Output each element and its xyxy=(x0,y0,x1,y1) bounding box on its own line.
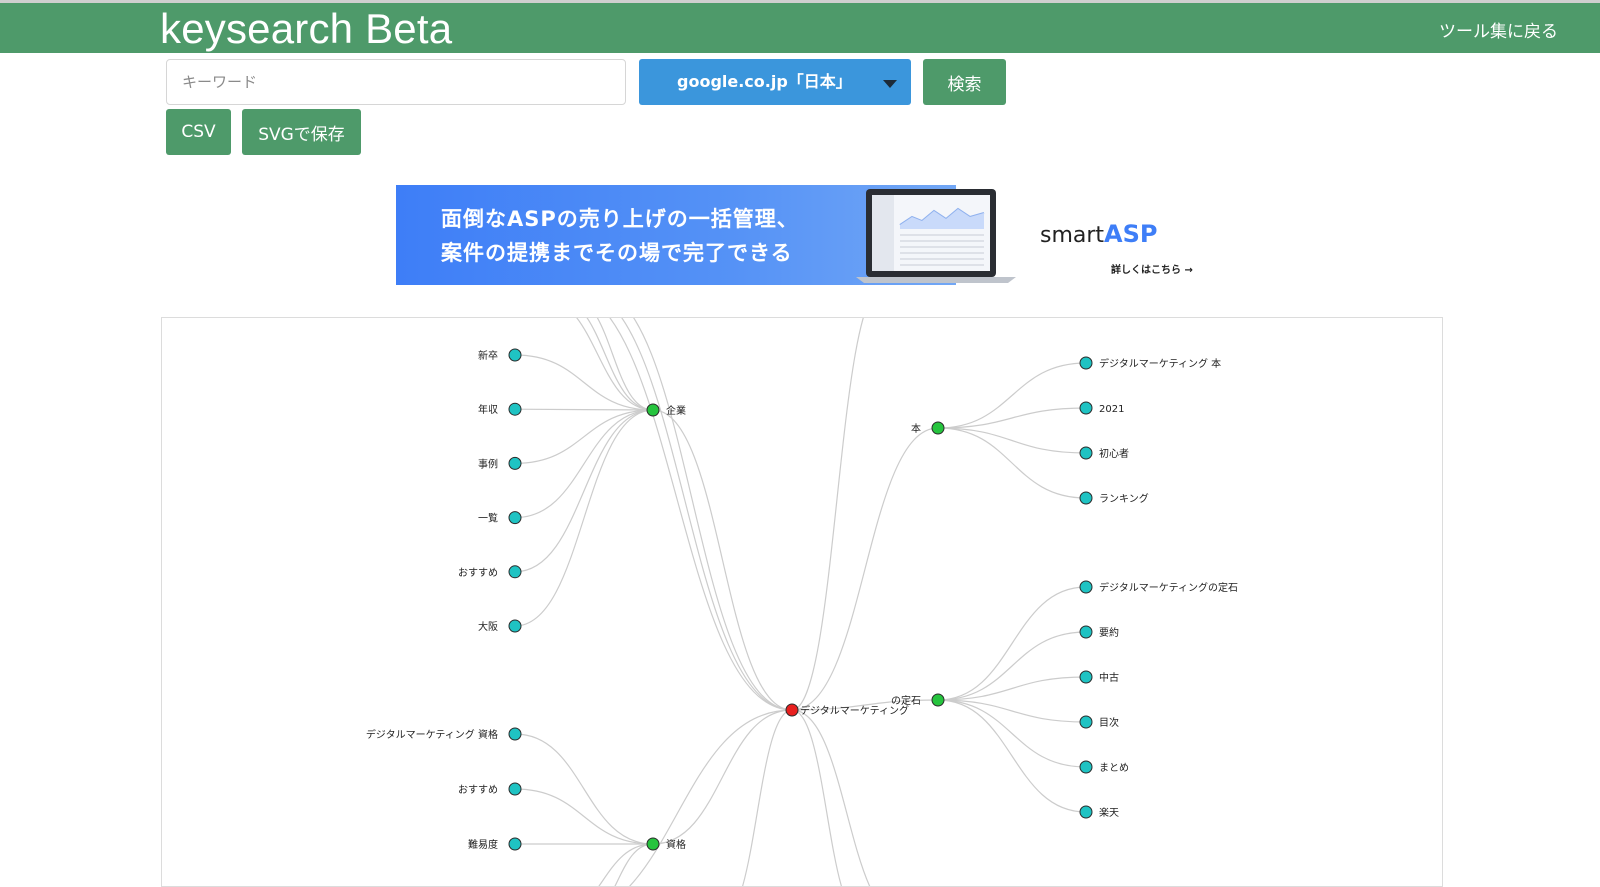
mindmap-leaf-node[interactable] xyxy=(1079,670,1093,684)
mindmap-category-node[interactable] xyxy=(646,403,660,417)
laptop-illustration-icon xyxy=(856,189,1016,283)
mindmap-link-offscreen xyxy=(586,318,654,411)
search-button[interactable]: 検索 xyxy=(923,59,1006,105)
mindmap-leaf-label: 目次 xyxy=(1099,716,1119,729)
mindmap-leaf-node[interactable] xyxy=(508,511,522,525)
mindmap-leaf-label: 一覧 xyxy=(478,513,498,525)
mindmap-nodes: 新卒年収事例一覧おすすめ大阪企業デジタルマーケティング 資格おすすめ難易度 資格デ… xyxy=(366,348,1238,851)
mindmap-leaf-label: 事例 xyxy=(478,457,498,470)
mindmap-leaf-label: 年収 xyxy=(478,403,498,416)
ad-headline-1: 面倒なASPの売り上げの一括管理、 xyxy=(441,207,799,231)
search-engine-value: google.co.jp「日本」 xyxy=(677,72,852,91)
mindmap-link-category-leaf xyxy=(937,427,1087,499)
mindmap-link-category-leaf xyxy=(937,699,1087,723)
mindmap-leaf-label: 楽天 xyxy=(1099,806,1119,819)
mindmap-link-offscreen xyxy=(791,709,871,886)
mindmap-root-node[interactable] xyxy=(785,703,799,717)
mindmap-leaf-node[interactable] xyxy=(508,348,522,362)
mindmap-leaf-node[interactable] xyxy=(508,782,522,796)
mindmap-leaf-node[interactable] xyxy=(1079,356,1093,370)
ad-more-link[interactable]: 詳しくはこちら → xyxy=(1111,261,1193,276)
mindmap-category-label: 企業 xyxy=(666,404,686,417)
mindmap-leaf-node[interactable] xyxy=(508,727,522,741)
mindmap-leaf-label: おすすめ xyxy=(458,567,498,579)
mindmap-link-category-leaf xyxy=(937,631,1087,701)
mindmap-leaf-label: まとめ xyxy=(1099,762,1129,774)
mindmap-link-root-category xyxy=(652,709,793,845)
ad-headline-2: 案件の提携までその場で完了できる xyxy=(441,241,793,265)
mindmap-link-offscreen xyxy=(633,318,793,711)
brand-logo[interactable]: keysearch Beta xyxy=(160,5,452,53)
mindmap-leaf-node[interactable] xyxy=(1079,491,1093,505)
mindmap-link-offscreen xyxy=(614,843,654,886)
mindmap-leaf-label: デジタルマーケティング 資格 xyxy=(366,728,498,741)
mindmap-link-category-leaf xyxy=(514,409,654,573)
mindmap-leaf-node[interactable] xyxy=(508,565,522,579)
mindmap-leaf-node[interactable] xyxy=(1079,401,1093,415)
mindmap-leaf-label: 難易度 xyxy=(468,838,498,851)
mindmap-leaf-node[interactable] xyxy=(1079,625,1093,639)
mindmap-leaf-label: 新卒 xyxy=(478,349,498,362)
mindmap-leaf-node[interactable] xyxy=(508,619,522,633)
app-header: keysearch Beta ツール集に戻る xyxy=(0,3,1600,53)
mindmap-link-offscreen xyxy=(576,318,654,411)
mindmap-leaf-node[interactable] xyxy=(1079,446,1093,460)
mindmap-link-category-leaf xyxy=(937,407,1087,429)
mindmap-leaf-node[interactable] xyxy=(1079,715,1093,729)
mindmap-leaf-node[interactable] xyxy=(508,837,522,851)
ad-banner[interactable]: 面倒なASPの売り上げの一括管理、 案件の提携までその場で完了できる smart… xyxy=(396,185,1196,285)
back-to-tools-link[interactable]: ツール集に戻る xyxy=(1439,17,1558,42)
ad-logo-prefix: smart xyxy=(1040,223,1105,248)
mindmap-category-node[interactable] xyxy=(931,693,945,707)
mindmap-leaf-label: 要約 xyxy=(1099,626,1119,639)
mindmap-link-category-leaf xyxy=(937,427,1087,454)
mindmap-category-label: 資格 xyxy=(666,838,686,851)
mindmap-leaf-label: 初心者 xyxy=(1099,447,1129,460)
mindmap-link-category-leaf xyxy=(514,788,654,845)
mindmap-leaf-label: おすすめ xyxy=(458,784,498,796)
mindmap-leaf-label: デジタルマーケティングの定石 xyxy=(1099,581,1238,594)
ad-logo: smartASP xyxy=(1040,220,1158,248)
mindmap-link-offscreen xyxy=(598,843,654,886)
mindmap-link-category-leaf xyxy=(514,733,654,845)
mindmap-link-root-category xyxy=(652,409,793,711)
ad-logo-suffix: ASP xyxy=(1104,220,1158,248)
mindmap-category-node[interactable] xyxy=(931,421,945,435)
mindmap-links xyxy=(514,318,1087,886)
mindmap-link-category-leaf xyxy=(514,409,654,627)
chevron-down-icon xyxy=(883,80,897,88)
mindmap-svg[interactable]: 新卒年収事例一覧おすすめ大阪企業デジタルマーケティング 資格おすすめ難易度 資格デ… xyxy=(162,318,1443,887)
mindmap-leaf-node[interactable] xyxy=(1079,805,1093,819)
mindmap-leaf-label: ランキング xyxy=(1099,492,1149,505)
mindmap-link-offscreen xyxy=(791,318,864,711)
mindmap-leaf-label: デジタルマーケティング 本 xyxy=(1099,357,1221,370)
mindmap-root-label: デジタルマーケティング xyxy=(800,704,909,717)
search-engine-select[interactable]: google.co.jp「日本」 xyxy=(639,59,911,105)
mindmap-link-offscreen xyxy=(609,318,793,711)
mindmap-leaf-node[interactable] xyxy=(508,402,522,416)
csv-download-button[interactable]: CSV xyxy=(166,109,231,155)
mindmap-link-offscreen xyxy=(791,709,843,886)
svg-save-button[interactable]: SVGで保存 xyxy=(242,109,361,155)
mindmap-category-label: 本 xyxy=(911,422,921,435)
mindmap-link-category-leaf xyxy=(514,409,654,519)
mindmap-leaf-label: 2021 xyxy=(1099,404,1124,415)
mindmap-leaf-node[interactable] xyxy=(508,456,522,470)
mindmap-link-offscreen xyxy=(741,709,793,886)
mindmap-link-category-leaf xyxy=(937,699,1087,813)
mindmap-leaf-label: 大阪 xyxy=(478,620,498,633)
mindmap-link-category-leaf xyxy=(514,408,654,411)
keyword-input[interactable] xyxy=(166,59,626,105)
mindmap-category-node[interactable] xyxy=(646,837,660,851)
keyword-mindmap[interactable]: 新卒 年収 事例 一覧 おすすめ 大阪 企業 デジタルマーケティング 資格 おすすめ 難易度 資格デ… xyxy=(161,317,1443,887)
mindmap-leaf-label: 中古 xyxy=(1099,671,1119,684)
mindmap-link-category-leaf xyxy=(937,586,1087,701)
mindmap-link-offscreen xyxy=(628,709,793,886)
mindmap-leaf-node[interactable] xyxy=(1079,760,1093,774)
mindmap-leaf-node[interactable] xyxy=(1079,580,1093,594)
